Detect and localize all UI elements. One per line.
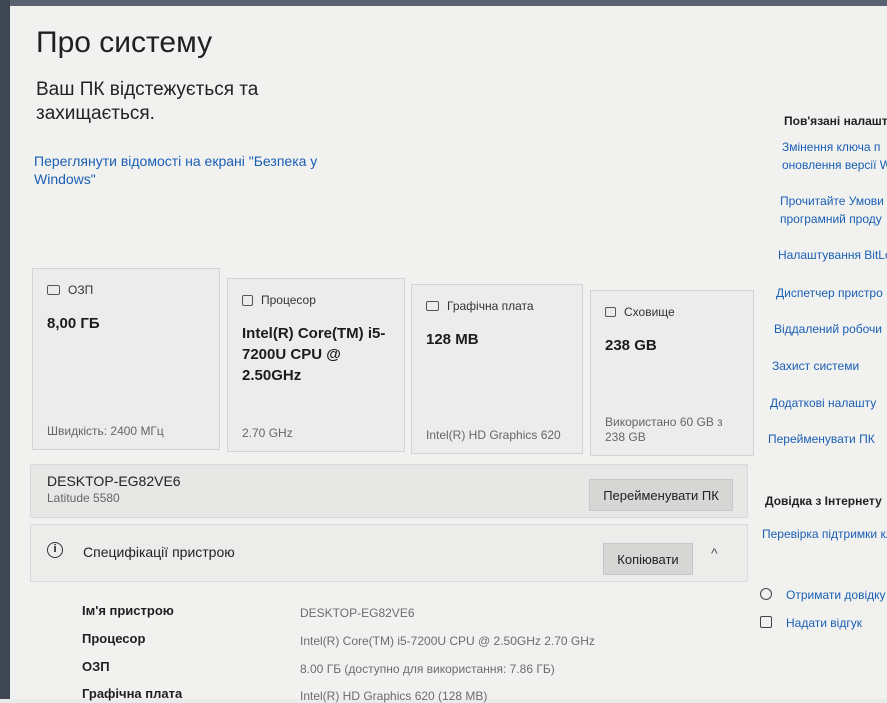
gpu-card: Графічна плата 128 MB Intel(R) HD Graphi… [411,284,583,454]
gpu-value: 128 MB [426,331,479,348]
spec-key-processor: Процесор [82,631,146,646]
cpu-value: Intel(R) Core(TM) i5-7200U CPU @ 2.50GHz [242,325,386,384]
rename-pc-link[interactable]: Перейменувати ПК [768,430,887,448]
chevron-up-icon[interactable]: ^ [711,545,718,561]
web-help-title: Довідка з Інтернету [765,494,882,508]
storage-value: 238 GB [605,337,657,354]
device-name: DESKTOP-EG82VE6 [47,473,181,489]
advanced-settings-link[interactable]: Додаткові налашту [770,394,887,412]
rename-pc-button[interactable]: Перейменувати ПК [589,479,733,511]
device-name-row: DESKTOP-EG82VE6 Latitude 5580 Перейменув… [30,464,748,518]
cpu-icon [242,294,253,306]
feedback-icon [760,616,772,628]
ram-card: ОЗП 8,00 ГБ Швидкість: 2400 МГц [32,268,220,450]
gpu-icon [426,301,439,311]
bitlocker-settings-link[interactable]: Налаштування BitLo [778,246,887,264]
gpu-label: Графічна плата [447,299,534,313]
cpu-speed: 2.70 GHz [242,426,293,440]
cpu-card: Процесор Intel(R) Core(TM) i5-7200U CPU … [227,278,405,452]
device-specs-label: Специфікації пристрою [83,544,235,560]
ram-speed: Швидкість: 2400 МГц [47,424,164,438]
page-title: Про систему [36,26,213,59]
spec-value-graphics: Intel(R) HD Graphics 620 (128 MB) [300,689,488,703]
spec-key-device-name: Ім'я пристрою [82,603,174,618]
device-specs-header[interactable]: i Специфікації пристрою Копіювати ^ [30,524,748,582]
gpu-name: Intel(R) HD Graphics 620 [426,428,561,442]
storage-card: Сховище 238 GB Використано 60 GB з 238 G… [590,290,754,456]
read-license-terms-link-2[interactable]: програмний проду [780,210,887,228]
ram-value: 8,00 ГБ [47,315,100,332]
system-protection-link[interactable]: Захист системи [772,357,887,375]
device-model: Latitude 5580 [47,491,120,505]
device-manager-link[interactable]: Диспетчер пристро [776,284,887,302]
spec-value-device-name: DESKTOP-EG82VE6 [300,606,415,620]
cpu-label: Процесор [261,293,316,307]
ram-icon [47,285,60,295]
copy-button[interactable]: Копіювати [603,543,693,575]
monitor-bezel-left [0,0,10,699]
read-license-terms-link[interactable]: Прочитайте Умови [780,192,887,210]
give-feedback-link[interactable]: Надати відгук [786,614,887,632]
related-settings-title: Пов'язані налашту [784,114,887,128]
storage-label: Сховище [624,305,675,319]
spec-value-processor: Intel(R) Core(TM) i5-7200U CPU @ 2.50GHz… [300,634,595,648]
remote-desktop-link[interactable]: Віддалений робочи [774,320,887,338]
ram-label: ОЗП [68,283,94,297]
protection-status: Ваш ПК відстежується та захищається. [36,79,259,124]
get-help-link[interactable]: Отримати довідку [786,586,887,604]
storage-usage: Використано 60 GB з 238 GB [605,415,723,444]
info-icon: i [47,542,63,558]
check-support-link[interactable]: Перевірка підтримки кл [762,525,887,543]
storage-icon [605,307,616,317]
upgrade-edition-link[interactable]: оновлення версії W [782,156,887,174]
spec-value-ram: 8.00 ГБ (доступно для використання: 7.86… [300,662,555,676]
windows-security-link[interactable]: Переглянути відомості на екрані "Безпека… [34,152,334,188]
help-icon [760,588,772,600]
spec-key-ram: ОЗП [82,659,110,674]
change-product-key-link[interactable]: Змінення ключа п [782,138,887,156]
